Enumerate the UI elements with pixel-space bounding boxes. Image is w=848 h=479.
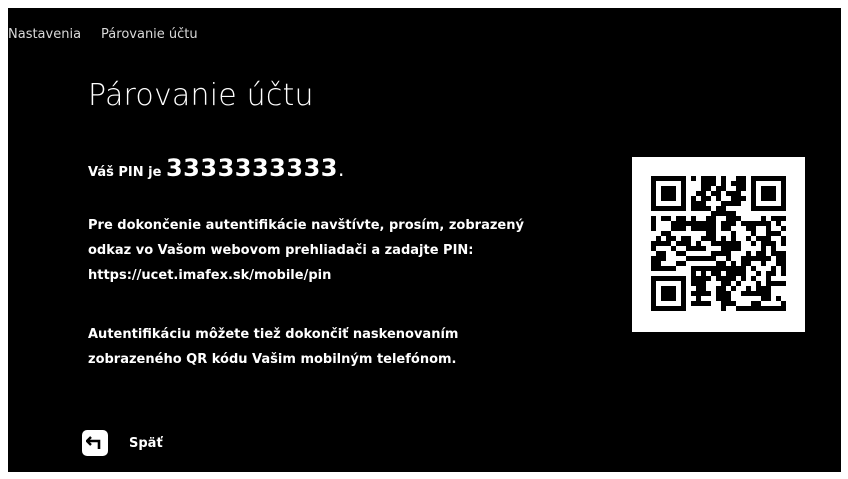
back-label: Späť [129, 435, 163, 451]
tv-screen: Nastavenia Párovanie účtu Párovanie účtu … [8, 8, 841, 472]
breadcrumb-item-nastavenia[interactable]: Nastavenia [8, 27, 81, 42]
page-title: Párovanie účtu [88, 78, 314, 113]
pin-suffix: . [337, 157, 345, 181]
breadcrumb-item-parovanie: Párovanie účtu [101, 27, 198, 42]
pin-line: Váš PIN je 3333333333. [88, 154, 344, 182]
back-arrow-icon [82, 430, 108, 456]
qr-instructions: Autentifikáciu môžete tiež dokončiť nask… [88, 322, 588, 372]
pin-value: 3333333333 [165, 154, 338, 182]
pin-instructions: Pre dokončenie autentifikácie navštívte,… [88, 213, 588, 288]
qr-code [632, 157, 805, 332]
qr-instruction-line: Autentifikáciu môžete tiež dokončiť nask… [88, 327, 459, 342]
qr-code-icon [651, 176, 786, 311]
pairing-url: https://ucet.imafex.sk/mobile/pin [88, 268, 332, 283]
pin-prefix: Váš PIN je [88, 165, 166, 180]
breadcrumb: Nastavenia Párovanie účtu [8, 27, 198, 42]
back-button[interactable]: Späť [82, 430, 163, 456]
instruction-line: Pre dokončenie autentifikácie navštívte,… [88, 218, 524, 233]
qr-instruction-line: zobrazeného QR kódu Vašim mobilným telef… [88, 352, 457, 367]
instruction-line: odkaz vo Vašom webovom prehliadači a zad… [88, 243, 474, 258]
